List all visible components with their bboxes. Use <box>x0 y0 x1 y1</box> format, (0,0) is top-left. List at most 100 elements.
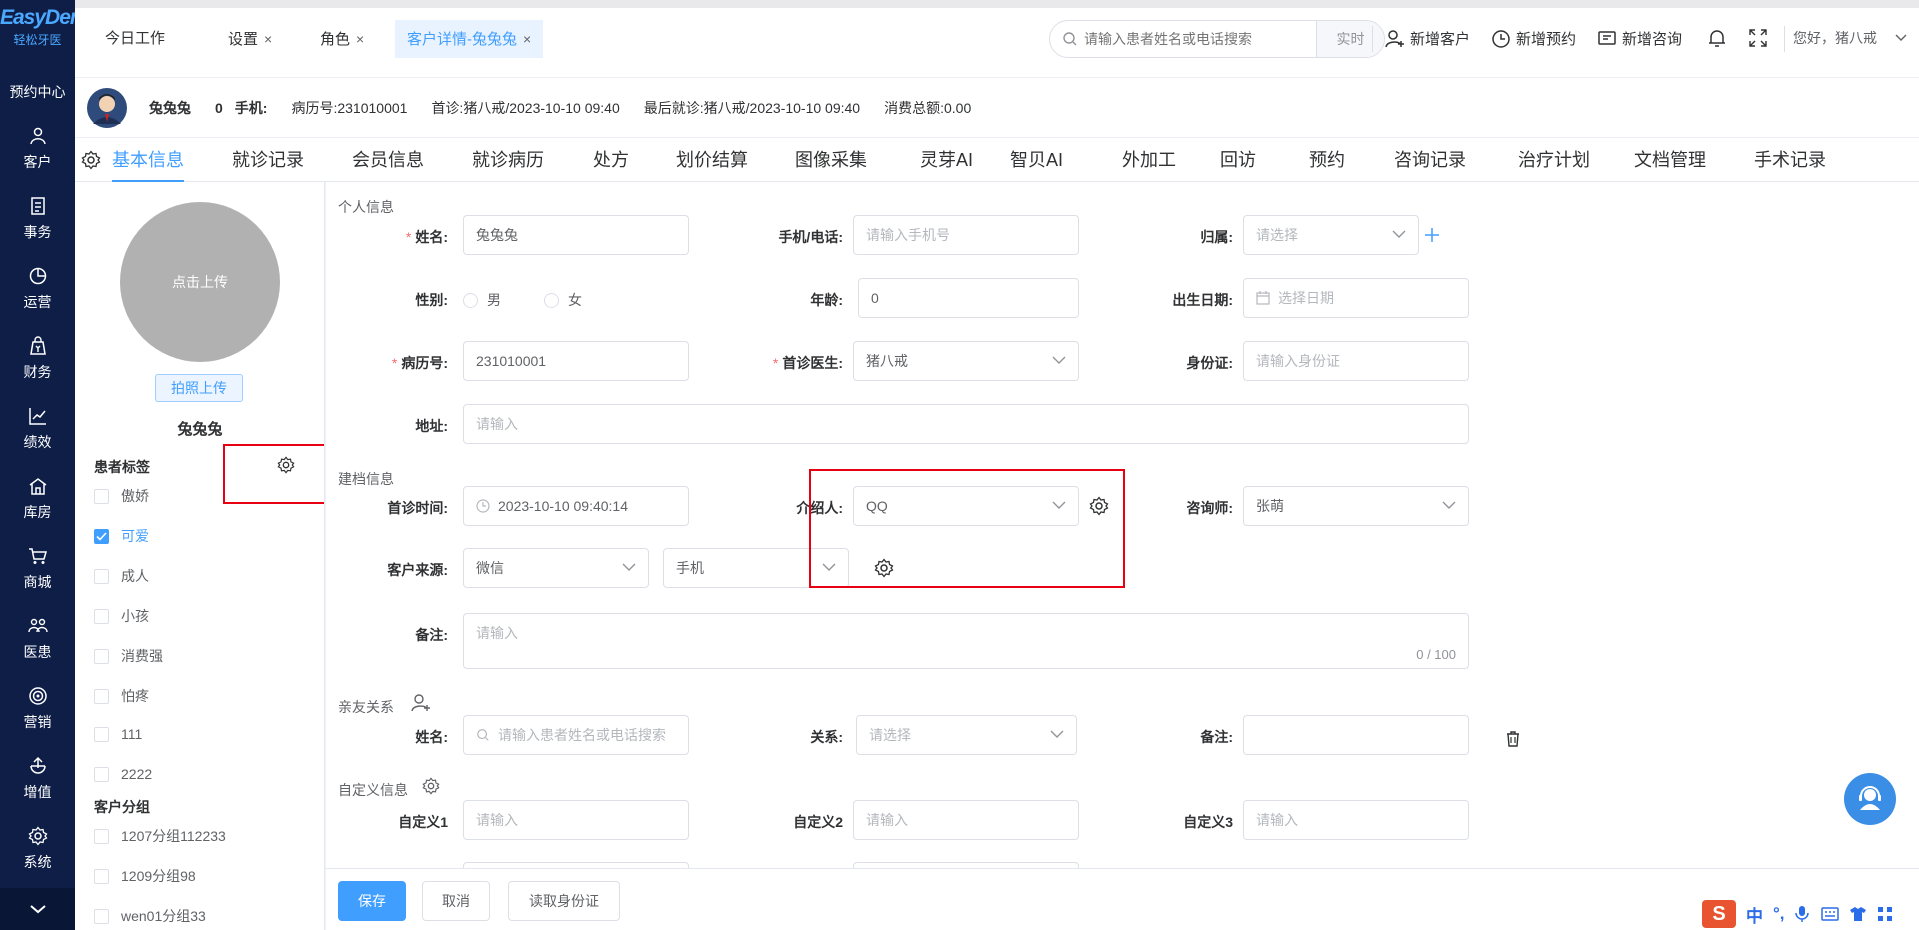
belong-select[interactable]: 请选择 <box>1243 215 1419 255</box>
tab-main-10[interactable]: 回访 <box>1220 146 1256 182</box>
name-field[interactable]: 兔兔兔 <box>463 215 689 255</box>
tab-main-11[interactable]: 预约 <box>1309 146 1345 182</box>
tab-main-7[interactable]: 灵芽AI <box>920 146 973 182</box>
microphone-icon[interactable] <box>1794 905 1809 923</box>
checkbox-item[interactable]: 成人 <box>94 566 149 586</box>
tab-customer-detail[interactable]: 客户详情-兔兔兔 × <box>395 20 544 58</box>
checkbox-box[interactable] <box>94 908 109 924</box>
search-input[interactable] <box>1084 21 1314 57</box>
tab-settings[interactable]: 设置 × <box>216 20 284 58</box>
checkbox-box[interactable] <box>94 688 109 704</box>
gear-icon[interactable] <box>81 150 101 170</box>
doctor-select[interactable]: 猪八戒 <box>853 341 1079 381</box>
tab-main-14[interactable]: 文档管理 <box>1634 146 1706 182</box>
avatar-upload[interactable]: 点击上传 <box>120 202 280 362</box>
gender-male-radio[interactable]: 男 <box>463 290 501 310</box>
tab-main-5[interactable]: 划价结算 <box>676 146 748 182</box>
add-user-icon[interactable] <box>411 693 431 713</box>
new-consult-button[interactable]: 新增咨询 <box>1597 28 1682 49</box>
ime-logo-icon[interactable]: S <box>1702 900 1736 928</box>
photo-upload-button[interactable]: 拍照上传 <box>155 374 243 402</box>
gear-icon[interactable] <box>422 777 440 795</box>
customer-service-button[interactable] <box>1844 773 1896 825</box>
tab-main-12[interactable]: 咨询记录 <box>1394 146 1466 182</box>
tab-main-8[interactable]: 智贝AI <box>1010 146 1063 182</box>
birth-date-picker[interactable]: 选择日期 <box>1243 278 1469 318</box>
trash-icon[interactable] <box>1506 731 1520 747</box>
checkbox-box[interactable] <box>94 766 109 782</box>
sidebar-item-3[interactable]: 财务 <box>0 324 75 394</box>
sidebar-collapse-button[interactable] <box>0 888 75 930</box>
tab-main-2[interactable]: 会员信息 <box>352 146 424 182</box>
record-field[interactable]: 231010001 <box>463 341 689 381</box>
checkbox-box[interactable] <box>94 608 109 624</box>
checkbox-item[interactable]: 怕疼 <box>94 686 149 706</box>
sidebar-item-9[interactable]: 增值 <box>0 744 75 814</box>
checkbox-item[interactable]: 111 <box>94 726 142 742</box>
save-button[interactable]: 保存 <box>338 881 406 921</box>
search-mode-button[interactable]: 实时 <box>1316 21 1384 57</box>
checkbox-box[interactable] <box>94 828 109 844</box>
tab-main-9[interactable]: 外加工 <box>1122 146 1176 182</box>
checkbox-box[interactable] <box>94 488 109 504</box>
ime-punctuation[interactable]: °, <box>1773 904 1785 924</box>
id-field[interactable]: 请输入身份证 <box>1243 341 1469 381</box>
checkbox-item[interactable]: wen01分组33 <box>94 906 206 926</box>
relation-select[interactable]: 请选择 <box>856 715 1077 755</box>
tab-roles[interactable]: 角色 × <box>308 20 376 58</box>
new-appointment-button[interactable]: 新增预约 <box>1491 28 1576 49</box>
address-field[interactable]: 请输入 <box>463 404 1469 444</box>
sidebar-item-10[interactable]: 系统 <box>0 814 75 884</box>
tab-main-3[interactable]: 就诊病历 <box>472 146 544 182</box>
tab-today-work[interactable]: 今日工作 <box>93 20 177 58</box>
skin-icon[interactable] <box>1849 906 1867 922</box>
checkbox-item[interactable]: 傲娇 <box>94 486 149 506</box>
sidebar-item-6[interactable]: 商城 <box>0 534 75 604</box>
checkbox-item[interactable]: 1207分组112233 <box>94 826 226 846</box>
tab-main-15[interactable]: 手术记录 <box>1754 146 1826 182</box>
first-time-picker[interactable]: 2023-10-10 09:40:14 <box>463 486 689 526</box>
read-id-card-button[interactable]: 读取身份证 <box>508 881 620 921</box>
relative-note-field[interactable] <box>1243 715 1469 755</box>
checkbox-item[interactable]: 小孩 <box>94 606 149 626</box>
tab-main-6[interactable]: 图像采集 <box>795 146 867 182</box>
user-menu[interactable]: 您好，猪八戒 <box>1793 28 1912 48</box>
new-customer-button[interactable]: 新增客户 <box>1385 28 1470 49</box>
grid-menu-icon[interactable] <box>1877 906 1893 922</box>
tab-main-1[interactable]: 就诊记录 <box>232 146 304 182</box>
sidebar-item-1[interactable]: 事务 <box>0 184 75 254</box>
sidebar-item-8[interactable]: 营销 <box>0 674 75 744</box>
checkbox-box[interactable] <box>94 726 109 742</box>
keyboard-icon[interactable] <box>1820 907 1839 921</box>
note-textarea[interactable]: 请输入 0 / 100 <box>463 613 1469 669</box>
checkbox-item[interactable]: 2222 <box>94 766 152 782</box>
tab-main-13[interactable]: 治疗计划 <box>1518 146 1590 182</box>
cancel-button[interactable]: 取消 <box>422 881 490 921</box>
checkbox-item[interactable]: 可爱 <box>94 526 149 546</box>
app-logo[interactable]: EasyDent 轻松牙医 <box>0 0 89 70</box>
custom3-field[interactable]: 请输入 <box>1243 800 1469 840</box>
add-icon[interactable] <box>1425 228 1439 242</box>
sidebar-item-2[interactable]: 运营 <box>0 254 75 324</box>
phone-field[interactable]: 请输入手机号 <box>853 215 1079 255</box>
checkbox-box[interactable] <box>94 568 109 584</box>
fullscreen-icon[interactable] <box>1748 28 1768 48</box>
ime-language[interactable]: 中 <box>1746 902 1763 927</box>
checkbox-box[interactable] <box>94 868 109 884</box>
tab-main-0[interactable]: 基本信息 <box>112 146 184 182</box>
close-icon[interactable]: × <box>264 31 272 47</box>
close-icon[interactable]: × <box>356 31 364 47</box>
appointment-center-link[interactable]: 预约中心 <box>0 70 75 114</box>
tab-main-4[interactable]: 处方 <box>593 146 629 182</box>
close-icon[interactable]: × <box>523 31 531 47</box>
age-field[interactable]: 0 <box>858 278 1079 318</box>
bell-icon[interactable] <box>1707 28 1727 48</box>
sidebar-item-7[interactable]: 医患 <box>0 604 75 674</box>
sidebar-item-0[interactable]: 客户 <box>0 114 75 184</box>
custom2-field[interactable]: 请输入 <box>853 800 1079 840</box>
checkbox-item[interactable]: 1209分组98 <box>94 866 196 886</box>
source-select[interactable]: 微信 <box>463 548 649 588</box>
sidebar-item-5[interactable]: 库房 <box>0 464 75 534</box>
checkbox-box[interactable] <box>94 528 109 544</box>
sidebar-item-4[interactable]: 绩效 <box>0 394 75 464</box>
